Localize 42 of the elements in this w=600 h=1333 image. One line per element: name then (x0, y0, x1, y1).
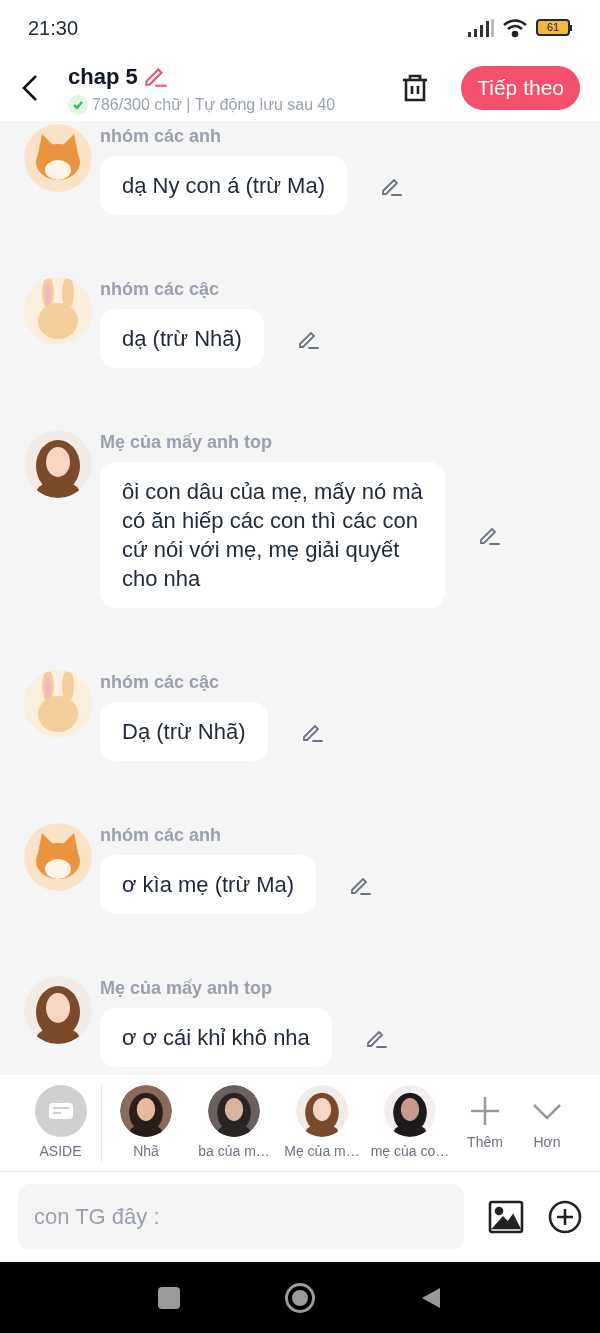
wifi-icon (502, 17, 528, 38)
character-label: Nhã (133, 1141, 159, 1161)
chapter-title: chap 5 (68, 62, 138, 91)
signal-icon (468, 18, 494, 37)
word-count-status: 786/300 chữ | Tự động lưu sau 40 (92, 94, 336, 115)
more-button[interactable]: Hơn (516, 1093, 578, 1153)
character-label: ba của m… (198, 1141, 270, 1161)
character-label: mẹ của co… (370, 1141, 450, 1161)
message-bubble[interactable]: ơ kìa mẹ (trừ Ma) (100, 855, 317, 914)
sender-name: Mẹ của mấy anh top (100, 432, 274, 452)
back-nav-icon[interactable] (420, 1285, 442, 1310)
message-bubble[interactable]: dạ (trừ Nhã) (100, 309, 264, 368)
recent-apps-icon[interactable] (158, 1286, 180, 1309)
message-bubble[interactable]: ôi con dâu của mẹ, mấy nó mà có ăn hiếp các con thì các con cứ nói với mẹ, mẹ giải quyết cho nha (100, 462, 445, 608)
home-icon[interactable] (285, 1282, 315, 1313)
sender-name: nhóm các anh (100, 126, 223, 146)
back-icon[interactable] (20, 73, 40, 103)
add-circle-icon[interactable] (548, 1200, 582, 1234)
message-bubble[interactable]: Dạ (trừ Nhã) (100, 702, 268, 761)
sender-name: nhóm các cậc (100, 672, 221, 692)
sender-name: nhóm các cậc (100, 279, 221, 299)
character-label: Mẹ của m… (284, 1141, 360, 1161)
character-button[interactable]: Nhã (102, 1084, 190, 1162)
trash-icon[interactable] (401, 73, 430, 103)
character-label: Hơn (533, 1132, 561, 1152)
aside-button[interactable]: ASIDE (20, 1084, 102, 1162)
character-button[interactable]: mẹ của co… (366, 1084, 454, 1162)
message-bubble[interactable]: ơ ơ cái khỉ khô nha (100, 1008, 332, 1067)
sender-name: nhóm các anh (100, 825, 223, 845)
character-button[interactable]: Mẹ của m… (278, 1084, 366, 1162)
character-label: ASIDE (39, 1141, 82, 1161)
battery-icon: 61 (536, 19, 572, 36)
add-button[interactable]: Thêm (454, 1093, 516, 1153)
character-label: Thêm (467, 1132, 503, 1152)
message-bubble[interactable]: dạ Ny con á (trừ Ma) (100, 156, 347, 215)
character-button[interactable]: ba của m… (190, 1084, 278, 1162)
image-icon[interactable] (488, 1200, 524, 1234)
status-time: 21:30 (28, 15, 79, 41)
sender-name: Mẹ của mấy anh top (100, 978, 274, 998)
message-input[interactable]: con TG đây : (18, 1184, 464, 1250)
next-button[interactable]: Tiếp theo (461, 66, 580, 110)
saved-check-icon (68, 94, 88, 115)
